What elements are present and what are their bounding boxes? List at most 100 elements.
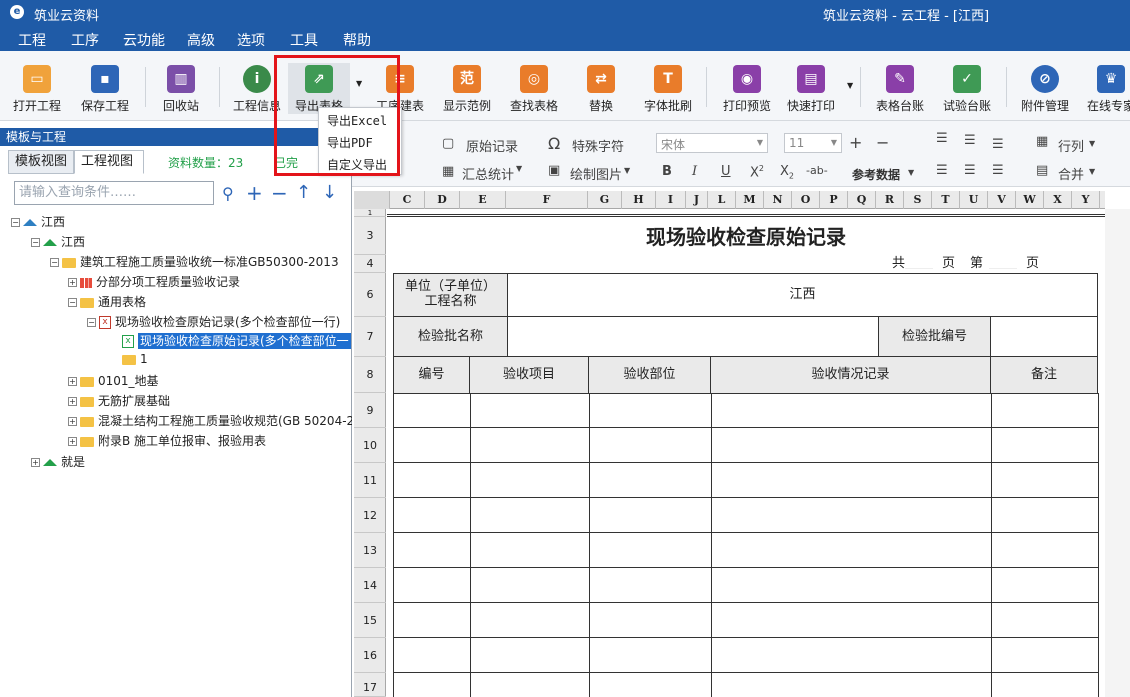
select-all-corner[interactable]	[354, 191, 390, 209]
tab-project-view[interactable]: 工程视图	[74, 150, 144, 174]
tree-node-subitem[interactable]: + 分部分项工程质量验收记录	[68, 273, 240, 290]
row-header-cell[interactable]: 3	[354, 217, 386, 255]
bold-button[interactable]: B	[662, 164, 672, 179]
row-header-cell[interactable]: 7	[354, 317, 386, 357]
original-record-button[interactable]: 原始记录	[466, 136, 518, 155]
expand-icon[interactable]: +	[31, 458, 40, 467]
column-header-cell[interactable]: X	[1044, 191, 1072, 209]
tree-node-appendix-b[interactable]: + 附录B 施工单位报审、报验用表	[68, 432, 266, 449]
test-ledger-button[interactable]: ✓ 试验台账	[932, 63, 1002, 114]
underline-button[interactable]: U	[721, 164, 731, 179]
align-right-icon[interactable]: ☰	[992, 163, 1004, 178]
increase-font-button[interactable]: +	[849, 133, 862, 152]
menu-cloud[interactable]: 云功能	[123, 30, 165, 50]
merge-button[interactable]: 合并	[1058, 164, 1084, 183]
font-size-select[interactable]: 11 ▼	[784, 133, 842, 153]
menu-advanced[interactable]: 高级	[187, 30, 215, 50]
table-ledger-button[interactable]: ✎ 表格台账	[865, 63, 935, 114]
special-char-button[interactable]: 特殊字符	[572, 136, 624, 155]
expand-icon[interactable]: +	[68, 377, 77, 386]
row-header-cell[interactable]: 9	[354, 393, 386, 428]
italic-button[interactable]: I	[692, 164, 697, 179]
column-header-cell[interactable]: L	[708, 191, 736, 209]
tree-node-record-template[interactable]: − x 现场验收检查原始记录(多个检查部位一行)	[87, 313, 340, 330]
tree-node-1[interactable]: 1	[122, 352, 148, 366]
column-header-cell[interactable]: E	[460, 191, 506, 209]
align-left-icon[interactable]: ☰	[936, 163, 948, 178]
chevron-down-icon[interactable]: ▼	[1089, 139, 1095, 148]
row-header-cell[interactable]: 15	[354, 603, 386, 638]
row-header-cell[interactable]: 16	[354, 638, 386, 673]
chevron-down-icon[interactable]: ▼	[624, 166, 630, 175]
reference-data-button[interactable]: 参考数据	[852, 166, 900, 183]
subscript-button[interactable]: X2	[780, 164, 794, 181]
quick-print-button[interactable]: ▤ 快速打印	[776, 63, 846, 114]
online-expert-button[interactable]: ♛ 在线专家	[1076, 63, 1130, 114]
column-header-cell[interactable]: Q	[848, 191, 876, 209]
align-left-icon[interactable]: ☰	[936, 131, 948, 146]
print-dropdown-arrow[interactable]: ▼	[847, 81, 853, 90]
collapse-icon[interactable]: −	[31, 238, 40, 247]
move-up-button[interactable]: ↑	[296, 182, 311, 203]
recycle-bin-button[interactable]: ▥ 回收站	[146, 63, 216, 114]
chevron-down-icon[interactable]: ▼	[1089, 167, 1095, 176]
page-total-input[interactable]	[905, 249, 933, 269]
tree-node-record-selected[interactable]: x 现场验收检查原始记录(多个检查部位一	[122, 332, 352, 352]
tree-node-foundation[interactable]: +0101_地基	[68, 372, 159, 389]
search-input[interactable]: 请输入查询条件……	[14, 181, 214, 205]
tree-node-root[interactable]: − 江西	[11, 213, 65, 230]
column-header-cell[interactable]: U	[960, 191, 988, 209]
tree-node-jiushi[interactable]: + 就是	[31, 453, 85, 470]
column-header-cell[interactable]: I	[656, 191, 686, 209]
find-table-button[interactable]: ◎ 查找表格	[499, 63, 569, 114]
strikethrough-button[interactable]: -ab-	[806, 164, 828, 177]
collapse-icon[interactable]: −	[50, 258, 59, 267]
replace-button[interactable]: ⇄ 替换	[566, 63, 636, 114]
row-header-cell[interactable]: 13	[354, 533, 386, 568]
move-down-button[interactable]: ↓	[322, 182, 337, 203]
row-header-cell[interactable]: 12	[354, 498, 386, 533]
batch-no-value[interactable]	[990, 316, 1098, 357]
column-header-cell[interactable]: H	[622, 191, 656, 209]
row-header-cell[interactable]: 4	[354, 255, 386, 273]
menu-tools[interactable]: 工具	[290, 30, 318, 50]
column-header-cell[interactable]: N	[764, 191, 792, 209]
vertical-scrollbar[interactable]	[1105, 209, 1130, 697]
attachment-button[interactable]: ⊘ 附件管理	[1010, 63, 1080, 114]
row-header-cell[interactable]: 6	[354, 273, 386, 317]
column-header-cell[interactable]: O	[792, 191, 820, 209]
chevron-down-icon[interactable]: ▼	[908, 168, 914, 177]
row-col-button[interactable]: 行列	[1058, 136, 1084, 155]
batch-name-value[interactable]	[507, 316, 879, 357]
row-header-cell[interactable]: 10	[354, 428, 386, 463]
font-name-select[interactable]: 宋体 ▼	[656, 133, 768, 153]
tree-node-plain-foundation[interactable]: + 无筋扩展基础	[68, 392, 170, 409]
collapse-icon[interactable]: −	[11, 218, 20, 227]
column-header-cell[interactable]: R	[876, 191, 904, 209]
row-header-cell[interactable]: 11	[354, 463, 386, 498]
page-num-input[interactable]	[989, 249, 1017, 269]
align-center-icon[interactable]: ☰	[964, 163, 976, 178]
column-header-cell[interactable]: Y	[1072, 191, 1100, 209]
row-header-cell[interactable]: 1	[354, 209, 386, 217]
decrease-font-button[interactable]: −	[876, 133, 889, 152]
menu-help[interactable]: 帮助	[343, 30, 371, 50]
search-icon[interactable]: ⚲	[222, 184, 234, 203]
data-grid[interactable]	[393, 393, 1099, 697]
unit-name-value[interactable]: 江西	[507, 273, 1098, 317]
column-header-cell[interactable]: P	[820, 191, 848, 209]
column-header-cell[interactable]: S	[904, 191, 932, 209]
menu-project[interactable]: 工程	[18, 30, 46, 50]
row-header-cell[interactable]: 17	[354, 673, 386, 697]
open-project-button[interactable]: ▭ 打开工程	[2, 63, 72, 114]
collapse-icon[interactable]: −	[87, 318, 96, 327]
superscript-button[interactable]: X2	[750, 164, 764, 180]
add-button[interactable]: +	[246, 181, 263, 205]
row-header-cell[interactable]: 14	[354, 568, 386, 603]
column-header-cell[interactable]: T	[932, 191, 960, 209]
column-header-cell[interactable]: C	[390, 191, 425, 209]
expand-icon[interactable]: +	[68, 397, 77, 406]
tree-node-general[interactable]: − 通用表格	[68, 293, 146, 310]
expand-icon[interactable]: +	[68, 417, 77, 426]
column-header-cell[interactable]: J	[686, 191, 708, 209]
